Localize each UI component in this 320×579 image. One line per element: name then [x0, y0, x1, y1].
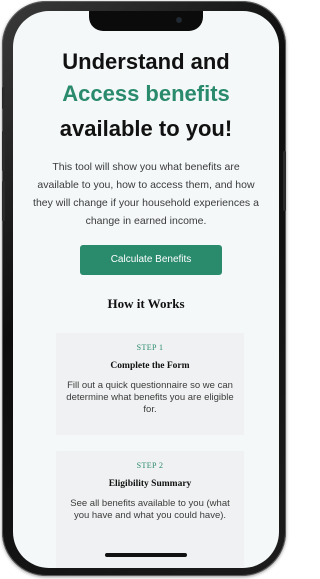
home-indicator[interactable]: [105, 553, 187, 557]
calculate-benefits-button[interactable]: Calculate Benefits: [80, 245, 222, 275]
intro-text: This tool will show you what benefits ar…: [33, 161, 259, 227]
power-button: [283, 151, 286, 211]
volume-up-button: [2, 131, 5, 171]
phone-notch: [89, 11, 203, 31]
hero-title-line-3: available to you!: [59, 116, 233, 141]
step-title: Complete the Form: [110, 361, 190, 371]
step-card: STEP 2 Eligibility Summary See all benef…: [56, 451, 244, 568]
step-label: STEP 1: [136, 343, 164, 352]
step-card: STEP 1 Complete the Form Fill out a quic…: [56, 333, 244, 435]
volume-down-button: [2, 181, 5, 221]
hero-title-line-1: Understand and: [62, 49, 230, 74]
phone-frame: Understand and Access benefits available…: [2, 1, 286, 576]
front-camera-icon: [176, 17, 182, 23]
mute-switch: [2, 87, 5, 109]
hero-title-accent: Access benefits: [62, 81, 230, 106]
phone-screen: Understand and Access benefits available…: [13, 11, 279, 568]
step-description: See all benefits available to you (what …: [70, 498, 230, 521]
step-label: STEP 2: [136, 461, 164, 470]
step-title: Eligibility Summary: [108, 479, 192, 489]
how-it-works-heading: How it Works: [107, 296, 185, 311]
landing-content: Understand and Access benefits available…: [13, 11, 279, 568]
step-description: Fill out a quick questionnaire so we can…: [66, 380, 234, 415]
